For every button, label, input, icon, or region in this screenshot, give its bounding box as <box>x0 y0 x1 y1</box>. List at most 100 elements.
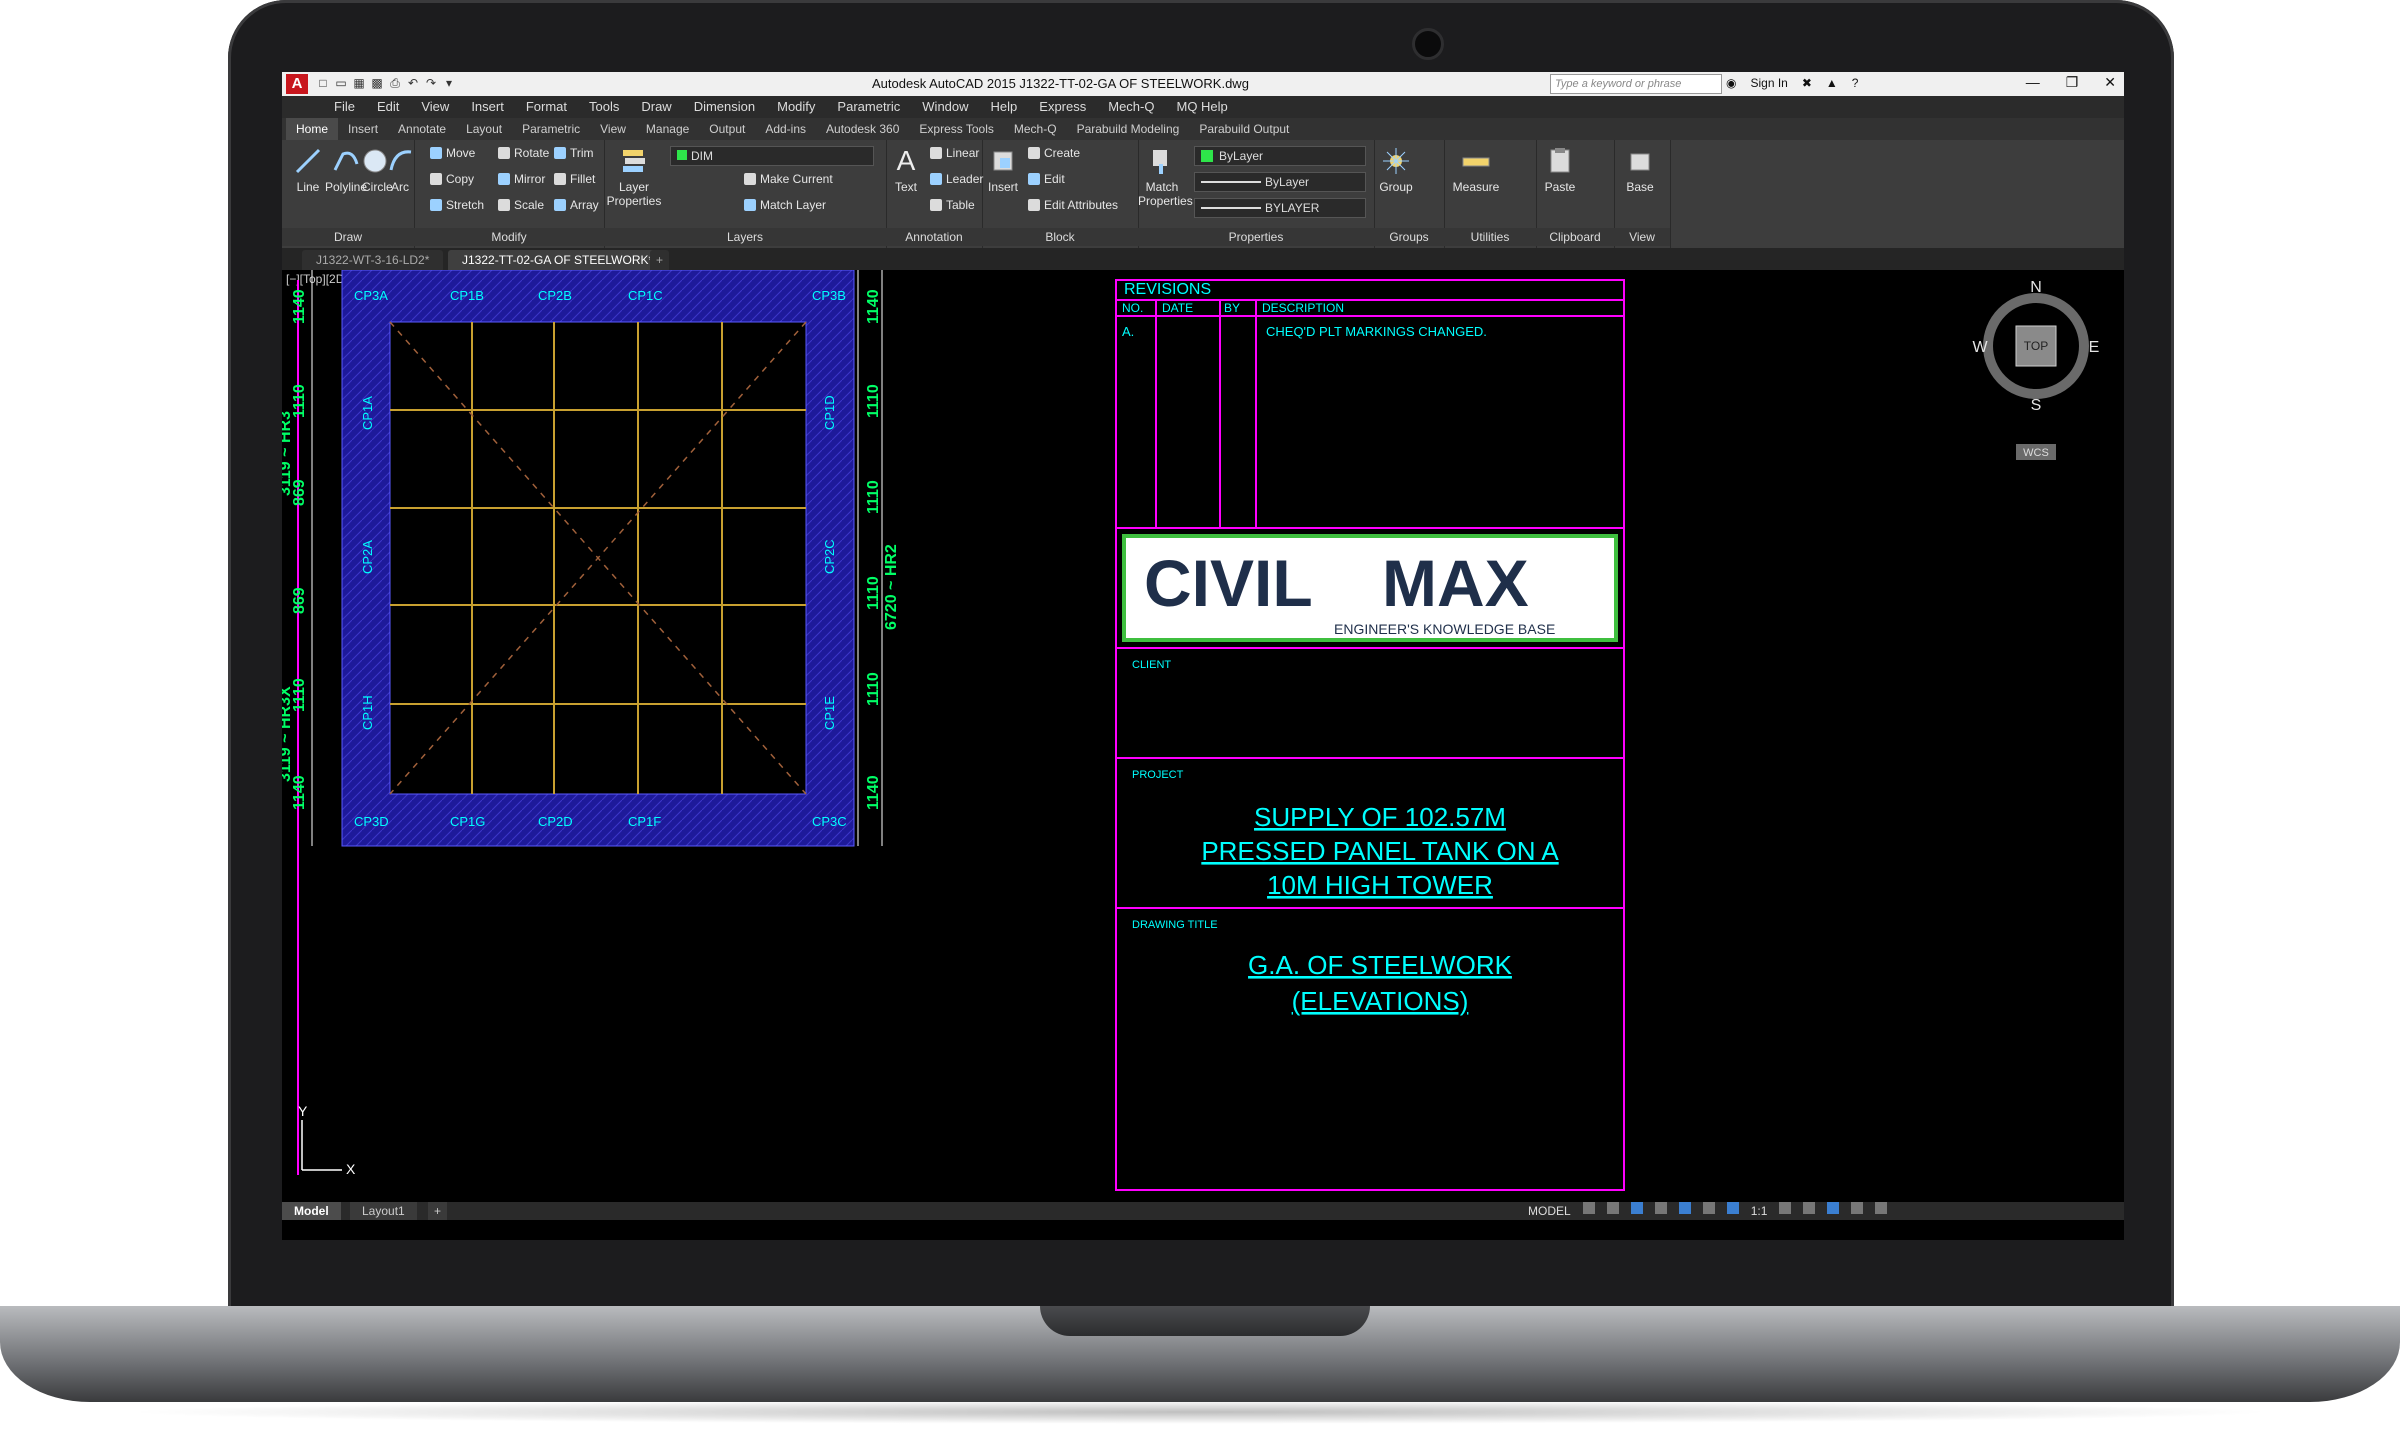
viewcube[interactable]: TOP N S E W WCS <box>1972 279 2099 460</box>
menu-modify[interactable]: Modify <box>777 99 815 114</box>
ortho-icon[interactable] <box>1630 1202 1643 1214</box>
fillet-tool[interactable]: Fillet <box>554 172 595 186</box>
drawing-area[interactable]: [−][Top][2D Wireframe] <box>282 270 2124 1202</box>
measure-tool[interactable]: Measure <box>1448 146 1504 194</box>
undo-icon[interactable]: ↶ <box>406 75 420 91</box>
minimize-icon[interactable]: — <box>2026 74 2040 91</box>
workspace-gear-icon[interactable] <box>1779 1202 1792 1214</box>
linetype-dropdown[interactable]: ByLayer <box>1194 172 1366 192</box>
insert-block-tool[interactable]: Insert <box>982 146 1024 194</box>
layout1-tab[interactable]: Layout1 <box>350 1202 417 1220</box>
autodesk-a360-icon[interactable]: ▲ <box>1826 76 1838 90</box>
model-space-button[interactable]: MODEL <box>1528 1202 1571 1220</box>
menu-draw[interactable]: Draw <box>641 99 671 114</box>
save-as-icon[interactable]: ▩ <box>370 75 384 91</box>
compass-n[interactable]: N <box>2030 279 2042 296</box>
redo-icon[interactable]: ↷ <box>424 75 438 91</box>
compass-s[interactable]: S <box>2031 397 2042 414</box>
tab-manage[interactable]: Manage <box>636 118 699 140</box>
edit-attributes-tool[interactable]: Edit Attributes <box>1028 198 1118 212</box>
menu-help[interactable]: Help <box>991 99 1018 114</box>
binoculars-icon[interactable]: ◉ <box>1726 76 1736 90</box>
make-current-tool[interactable]: Make Current <box>744 172 833 186</box>
rotate-tool[interactable]: Rotate <box>498 146 549 160</box>
paste-tool[interactable]: Paste <box>1540 146 1580 194</box>
snap-icon[interactable] <box>1606 1202 1619 1214</box>
scale-tool[interactable]: Scale <box>498 198 544 212</box>
exchange-icon[interactable]: ✖ <box>1802 76 1812 90</box>
menu-mech-q[interactable]: Mech-Q <box>1108 99 1154 114</box>
polar-icon[interactable] <box>1654 1202 1667 1214</box>
groups-panel-title[interactable]: Groups <box>1374 228 1444 246</box>
isolate-objects-icon[interactable] <box>1827 1202 1840 1214</box>
tab-view[interactable]: View <box>590 118 636 140</box>
print-icon[interactable]: ⎙ <box>388 75 402 91</box>
grid-icon[interactable] <box>1582 1202 1595 1214</box>
menu-edit[interactable]: Edit <box>377 99 399 114</box>
save-icon[interactable]: ▦ <box>352 75 366 91</box>
compass-w[interactable]: W <box>1972 339 1988 356</box>
help-search-input[interactable]: Type a keyword or phrase <box>1550 74 1722 94</box>
create-block-tool[interactable]: Create <box>1028 146 1080 160</box>
tab-parabuild-output[interactable]: Parabuild Output <box>1189 118 1299 140</box>
array-tool[interactable]: Array <box>554 198 599 212</box>
tab-insert[interactable]: Insert <box>338 118 388 140</box>
view-panel-title[interactable]: View <box>1614 228 1670 246</box>
help-icon[interactable]: ? <box>1852 76 1859 90</box>
block-panel-title[interactable]: Block <box>982 228 1138 246</box>
modify-panel-title[interactable]: Modify <box>414 228 604 246</box>
osnap-icon[interactable] <box>1678 1202 1691 1214</box>
tab-output[interactable]: Output <box>699 118 755 140</box>
group-tool[interactable]: Group <box>1378 146 1414 194</box>
tab-parametric[interactable]: Parametric <box>512 118 590 140</box>
stretch-tool[interactable]: Stretch <box>430 198 484 212</box>
layer-properties-tool[interactable]: Layer Properties <box>604 146 664 208</box>
annotation-scale[interactable]: 1:1 <box>1751 1202 1768 1220</box>
tab-home[interactable]: Home <box>286 118 339 140</box>
annotation-panel-title[interactable]: Annotation <box>886 228 982 246</box>
color-dropdown[interactable]: ByLayer <box>1194 146 1366 166</box>
menu-dimension[interactable]: Dimension <box>694 99 755 114</box>
circle-tool[interactable]: Circle <box>362 146 393 194</box>
edit-block-tool[interactable]: Edit <box>1028 172 1065 186</box>
match-properties-tool[interactable]: Match Properties <box>1138 146 1193 208</box>
draw-panel-title[interactable]: Draw <box>282 228 414 246</box>
annotation-visibility-icon[interactable] <box>1726 1202 1739 1214</box>
menu-parametric[interactable]: Parametric <box>837 99 900 114</box>
new-tab-button[interactable]: + <box>650 250 670 270</box>
new-icon[interactable]: □ <box>316 75 330 91</box>
menu-view[interactable]: View <box>421 99 449 114</box>
layer-dropdown[interactable]: DIM <box>670 146 874 166</box>
base-view-tool[interactable]: Base <box>1618 146 1662 194</box>
qat-dropdown-icon[interactable]: ▾ <box>442 75 456 91</box>
utilities-panel-title[interactable]: Utilities <box>1444 228 1536 246</box>
text-tool[interactable]: A Text <box>886 146 926 195</box>
open-icon[interactable]: ▭ <box>334 75 348 91</box>
maximize-icon[interactable]: ❐ <box>2066 74 2079 91</box>
menu-tools[interactable]: Tools <box>589 99 619 114</box>
clipboard-panel-title[interactable]: Clipboard <box>1536 228 1614 246</box>
doc-tab-ga-steelwork[interactable]: J1322-TT-02-GA OF STEELWORK* <box>448 250 668 270</box>
sign-in-button[interactable]: Sign In <box>1750 76 1787 90</box>
move-tool[interactable]: Move <box>430 146 475 160</box>
otrack-icon[interactable] <box>1702 1202 1715 1214</box>
menu-file[interactable]: File <box>334 99 355 114</box>
tab-express-tools[interactable]: Express Tools <box>909 118 1003 140</box>
trim-tool[interactable]: Trim <box>554 146 594 160</box>
tab-layout[interactable]: Layout <box>456 118 512 140</box>
compass-e[interactable]: E <box>2089 339 2100 356</box>
plus-icon[interactable] <box>1803 1202 1816 1214</box>
layers-panel-title[interactable]: Layers <box>604 228 886 246</box>
menu-express[interactable]: Express <box>1039 99 1086 114</box>
tab-annotate[interactable]: Annotate <box>388 118 456 140</box>
copy-tool[interactable]: Copy <box>430 172 474 186</box>
tab-parabuild-modeling[interactable]: Parabuild Modeling <box>1067 118 1190 140</box>
add-layout-button[interactable]: + <box>428 1202 448 1220</box>
wcs-button[interactable]: WCS <box>2023 447 2049 459</box>
menu-insert[interactable]: Insert <box>471 99 504 114</box>
autocad-app-icon[interactable]: A <box>286 74 308 94</box>
tab-autodesk-360[interactable]: Autodesk 360 <box>816 118 909 140</box>
clean-screen-icon[interactable] <box>1851 1202 1864 1214</box>
close-icon[interactable]: ✕ <box>2104 74 2116 91</box>
tab-mech-q[interactable]: Mech-Q <box>1004 118 1067 140</box>
